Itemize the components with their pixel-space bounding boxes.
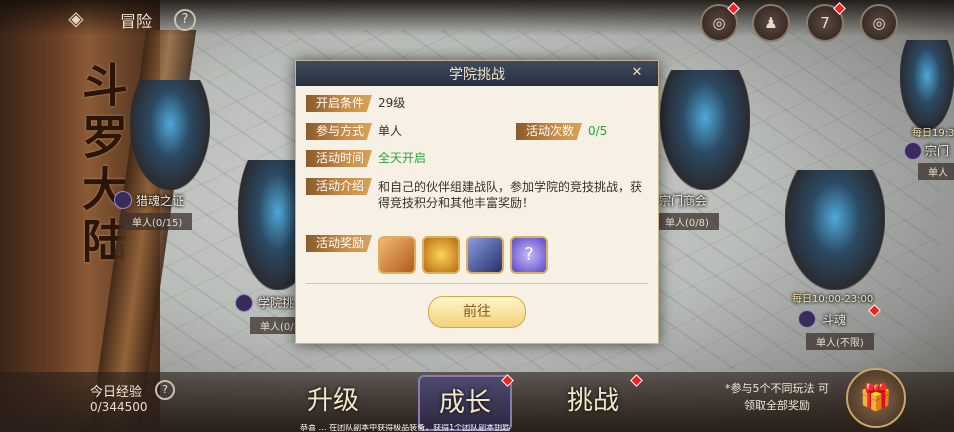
node-badge-icon: [235, 294, 253, 312]
statue-sect[interactable]: [900, 40, 954, 130]
count-value: 0/5: [588, 124, 608, 138]
statue-hunt-soul[interactable]: [130, 80, 210, 190]
time-value: 全天开启: [378, 151, 427, 165]
modal-divider: [306, 283, 648, 284]
node-sub-sect-shop: 单人(0/8): [655, 213, 719, 230]
intro-text: 和自己的伙伴组建战队，参加学院的竞技挑战，获得竞技积分和其他丰富奖励！: [378, 180, 643, 210]
tab-upgrade[interactable]: 升级: [268, 375, 398, 427]
node-sub-hunt: 单人(0/15): [122, 213, 193, 230]
node-label-hunt[interactable]: 猎魂之证: [136, 192, 184, 209]
mode-label: 参与方式: [306, 123, 373, 140]
node-label-sect-shop[interactable]: 宗门商会: [659, 192, 707, 209]
gift-box-icon[interactable]: 🎁: [846, 368, 906, 428]
node-badge-icon: [114, 191, 132, 209]
node-label-academy[interactable]: 学院挑: [258, 294, 294, 311]
rewards-label: 活动奖励: [306, 235, 373, 252]
announcement-marquee: 恭喜 … 在团队副本中获得极品装备，获得1个团队副本钥匙: [300, 424, 511, 432]
close-button[interactable]: ✕: [626, 63, 648, 83]
exp-help-icon[interactable]: ?: [155, 380, 175, 400]
exp-label: 今日经验: [90, 385, 143, 400]
page-title: 冒险: [120, 12, 153, 31]
mode-value: 单人: [378, 124, 403, 138]
node-sub-soul-fight: 单人(不限): [806, 333, 874, 350]
activity-modal: 学院挑战 ✕ 开启条件 29级 参与方式 单人 活动次数 0/5 活动时间 全天…: [295, 60, 659, 344]
statue-soul-fight[interactable]: [785, 170, 885, 290]
node-sub-sect: 单人: [918, 163, 954, 180]
statue-sect-shop[interactable]: [660, 70, 750, 190]
node-time-soul-fight: 每日10:00-23:00: [792, 294, 874, 305]
node-time-sect: 每日19:30: [912, 128, 954, 139]
mystery-reward-icon[interactable]: ?: [510, 236, 548, 274]
node-badge-icon: [904, 142, 922, 160]
scroll-title: 斗罗大陆: [75, 61, 129, 269]
tab-growth[interactable]: 成长: [418, 375, 512, 431]
bonus-hint: *参与5个不同玩法 可领取全部奖励: [725, 382, 829, 412]
bell-settings-icon[interactable]: ♟: [752, 4, 790, 42]
open-condition-label: 开启条件: [306, 95, 373, 112]
sword-badge-reward-icon[interactable]: [466, 236, 504, 274]
node-badge-icon: [798, 310, 816, 328]
exp-value: 0/344500: [90, 400, 148, 414]
back-arrow-icon[interactable]: ◈: [58, 7, 94, 29]
help-icon[interactable]: ?: [174, 9, 196, 31]
scroll-reward-icon[interactable]: [378, 236, 416, 274]
gold-coin-reward-icon[interactable]: [422, 236, 460, 274]
node-label-soul-fight[interactable]: 斗魂: [822, 311, 846, 328]
node-label-sect[interactable]: 宗门: [925, 142, 949, 159]
map-record-icon[interactable]: ◎: [860, 4, 898, 42]
time-label: 活动时间: [306, 150, 373, 167]
go-button[interactable]: 前往: [428, 296, 526, 328]
count-label: 活动次数: [516, 123, 583, 140]
open-condition-value: 29级: [378, 96, 406, 110]
intro-label: 活动介绍: [306, 178, 373, 195]
modal-title: 学院挑战: [449, 67, 505, 83]
